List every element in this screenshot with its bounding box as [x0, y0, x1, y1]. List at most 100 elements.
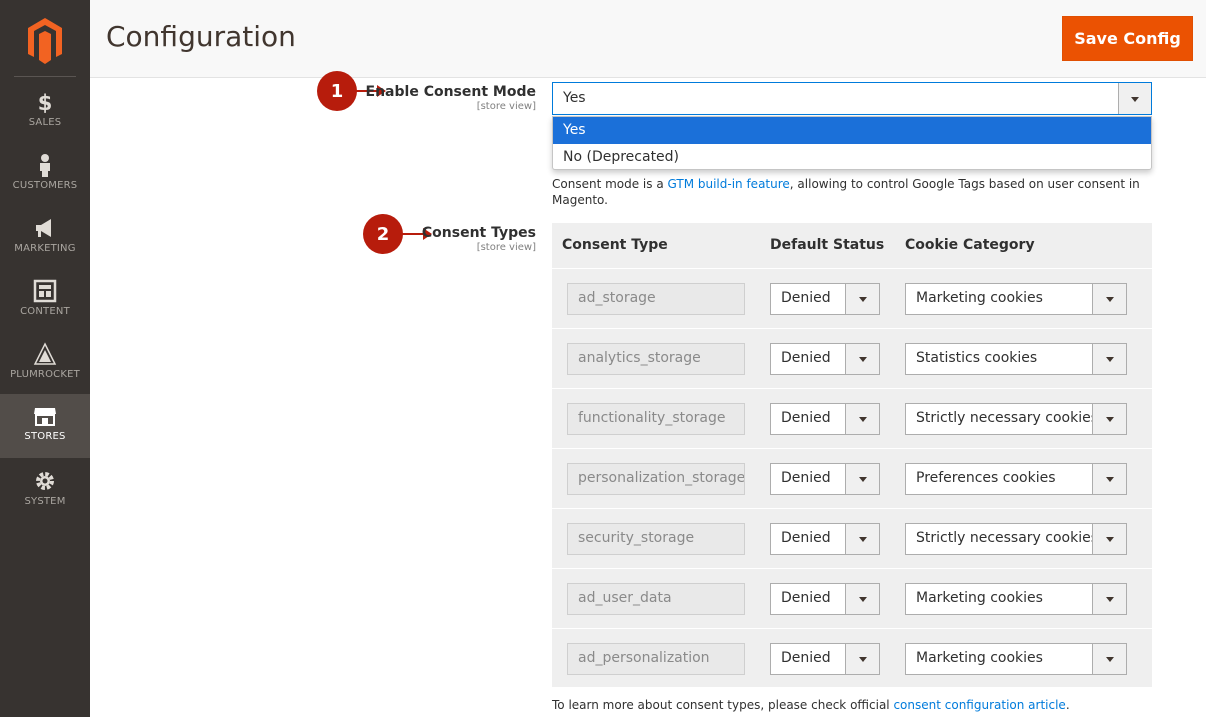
dropdown-option-no[interactable]: No (Deprecated) [553, 144, 1151, 171]
dropdown-toggle[interactable] [845, 404, 879, 434]
sidebar-item-sales[interactable]: $ SALES [0, 80, 90, 142]
dropdown-toggle[interactable] [845, 584, 879, 614]
chevron-down-icon [858, 417, 867, 422]
dropdown-toggle[interactable] [1092, 644, 1126, 674]
dropdown-option-yes[interactable]: Yes [553, 117, 1151, 144]
dropdown-toggle[interactable] [1092, 344, 1126, 374]
cookie-category-select[interactable]: Statistics cookies [905, 343, 1127, 375]
table-row: personalization_storage Denied Preferenc… [552, 448, 1152, 508]
consent-type-field: security_storage [567, 523, 745, 555]
chevron-down-icon [1105, 417, 1114, 422]
select-value: Denied [781, 470, 831, 486]
select-value: Strictly necessary cookies [916, 530, 1099, 546]
enable-consent-mode-select[interactable]: Yes [552, 82, 1152, 115]
default-status-select[interactable]: Denied [770, 583, 880, 615]
sidebar-item-customers[interactable]: CUSTOMERS [0, 143, 90, 205]
default-status-select[interactable]: Denied [770, 403, 880, 435]
dropdown-toggle[interactable] [845, 464, 879, 494]
gtm-feature-link[interactable]: GTM build-in feature [668, 177, 790, 191]
dropdown-toggle[interactable] [845, 524, 879, 554]
annotation-marker-2: 2 [363, 214, 403, 254]
dropdown-toggle[interactable] [1118, 83, 1151, 114]
admin-sidebar: $ SALES CUSTOMERS MARKETING CONTENT PLUM… [0, 0, 90, 717]
consent-type-field: personalization_storage [567, 463, 745, 495]
select-value: Statistics cookies [916, 350, 1038, 366]
chevron-down-icon [858, 357, 867, 362]
gear-icon [36, 472, 54, 490]
page-title: Configuration [106, 20, 296, 53]
magento-logo[interactable] [0, 0, 90, 76]
dropdown-toggle[interactable] [1092, 404, 1126, 434]
select-value: Yes [563, 90, 586, 106]
consent-mode-note: Consent mode is a GTM build-in feature, … [552, 176, 1152, 208]
dropdown-toggle[interactable] [1092, 464, 1126, 494]
default-status-select[interactable]: Denied [770, 643, 880, 675]
note-text: Consent mode is a [552, 177, 668, 191]
select-value: Marketing cookies [916, 650, 1043, 666]
table-row: analytics_storage Denied Statistics cook… [552, 328, 1152, 388]
select-value: Denied [781, 290, 831, 306]
consent-types-note: To learn more about consent types, pleas… [552, 698, 1070, 712]
sidebar-item-system[interactable]: SYSTEM [0, 459, 90, 521]
table-row: security_storage Denied Strictly necessa… [552, 508, 1152, 568]
chevron-down-icon [1105, 297, 1114, 302]
scope-label: [store view] [476, 242, 536, 253]
dropdown-toggle[interactable] [845, 644, 879, 674]
cookie-category-select[interactable]: Strictly necessary cookies [905, 403, 1127, 435]
sidebar-item-label: MARKETING [14, 243, 76, 254]
sidebar-item-label: SYSTEM [24, 496, 66, 507]
select-value: Marketing cookies [916, 290, 1043, 306]
sidebar-item-content[interactable]: CONTENT [0, 269, 90, 331]
consent-type-field: analytics_storage [567, 343, 745, 375]
select-value: Denied [781, 530, 831, 546]
dropdown-toggle[interactable] [845, 344, 879, 374]
cookie-category-select[interactable]: Marketing cookies [905, 583, 1127, 615]
chevron-down-icon [858, 537, 867, 542]
default-status-select[interactable]: Denied [770, 343, 880, 375]
cookie-category-select[interactable]: Marketing cookies [905, 643, 1127, 675]
cookie-category-select[interactable]: Preferences cookies [905, 463, 1127, 495]
save-config-button[interactable]: Save Config [1062, 16, 1193, 61]
default-status-select[interactable]: Denied [770, 283, 880, 315]
chevron-down-icon [858, 657, 867, 662]
dropdown-toggle[interactable] [1092, 524, 1126, 554]
chevron-down-icon [1131, 96, 1139, 102]
select-value: Strictly necessary cookies [916, 410, 1099, 426]
chevron-down-icon [1105, 357, 1114, 362]
dropdown-toggle[interactable] [1092, 584, 1126, 614]
svg-text:$: $ [38, 91, 53, 114]
default-status-select[interactable]: Denied [770, 463, 880, 495]
select-value: Denied [781, 590, 831, 606]
cookie-category-select[interactable]: Strictly necessary cookies [905, 523, 1127, 555]
chevron-down-icon [858, 597, 867, 602]
consent-type-field: ad_personalization [567, 643, 745, 675]
select-value: Marketing cookies [916, 590, 1043, 606]
consent-type-field: ad_storage [567, 283, 745, 315]
consent-type-field: functionality_storage [567, 403, 745, 435]
sidebar-item-label: PLUMROCKET [10, 369, 80, 380]
megaphone-icon [36, 219, 51, 237]
layout-icon [33, 279, 57, 303]
sidebar-divider [14, 76, 76, 77]
column-header-default-status: Default Status [770, 237, 885, 253]
table-row: functionality_storage Denied Strictly ne… [552, 388, 1152, 448]
person-icon [40, 154, 50, 177]
select-value: Preferences cookies [916, 470, 1056, 486]
column-header-cookie-category: Cookie Category [905, 237, 1035, 253]
storefront-icon [34, 408, 56, 426]
chevron-down-icon [1105, 537, 1114, 542]
dropdown-toggle[interactable] [1092, 284, 1126, 314]
table-row: ad_personalization Denied Marketing cook… [552, 628, 1152, 688]
scope-label: [store view] [476, 101, 536, 112]
default-status-select[interactable]: Denied [770, 523, 880, 555]
chevron-down-icon [1105, 657, 1114, 662]
sidebar-item-marketing[interactable]: MARKETING [0, 206, 90, 268]
dropdown-toggle[interactable] [845, 284, 879, 314]
cookie-category-select[interactable]: Marketing cookies [905, 283, 1127, 315]
sidebar-item-stores[interactable]: STORES [0, 394, 90, 458]
note-text: To learn more about consent types, pleas… [552, 698, 894, 712]
consent-configuration-link[interactable]: consent configuration article [893, 698, 1065, 712]
sidebar-item-plumrocket[interactable]: PLUMROCKET [0, 332, 90, 394]
consent-mode-dropdown-menu: Yes No (Deprecated) [552, 116, 1152, 170]
consent-types-label: Consent Types [421, 225, 536, 241]
